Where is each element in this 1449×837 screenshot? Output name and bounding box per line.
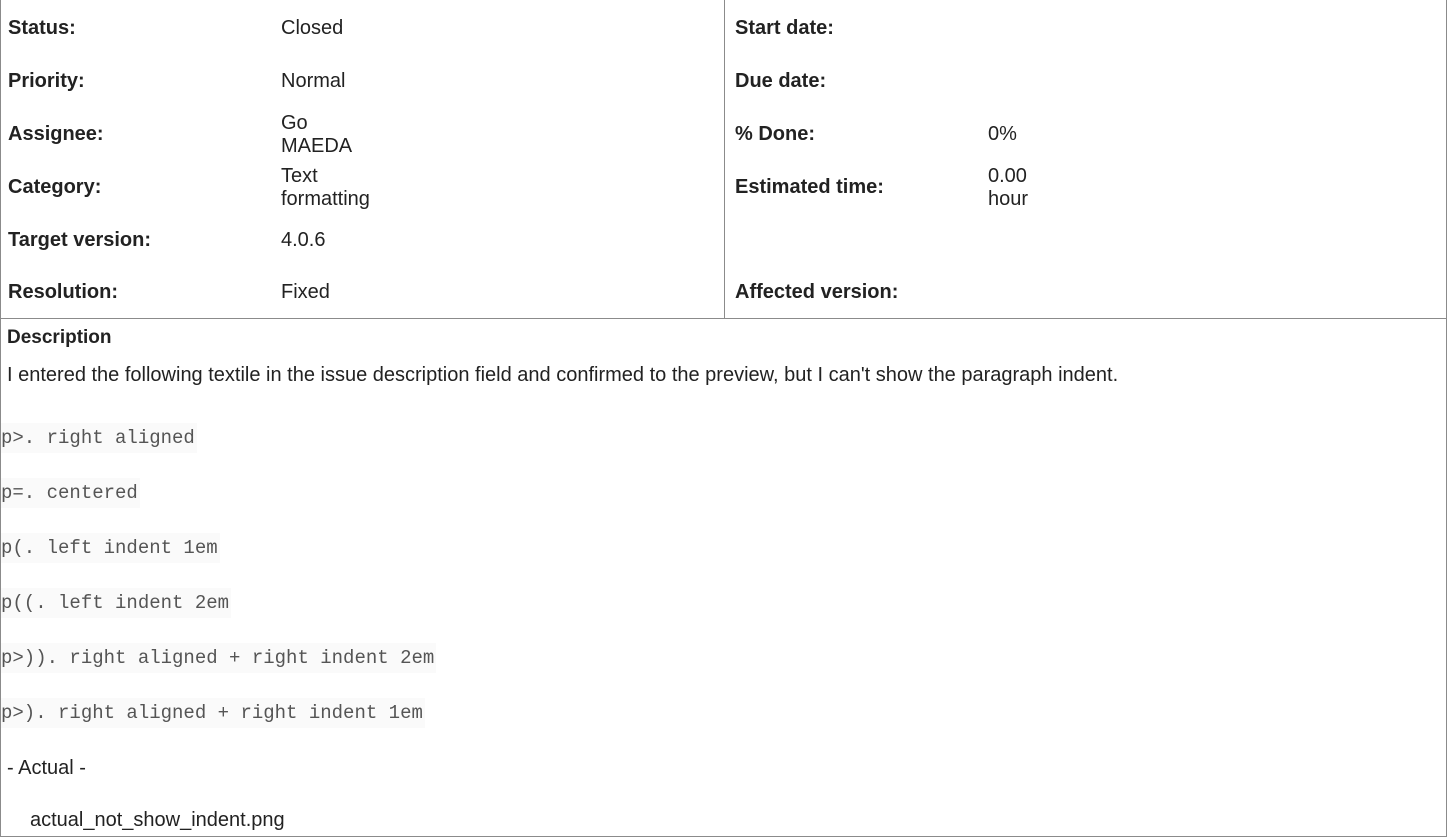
attr-label: Affected version: <box>735 281 899 303</box>
attr-label: Estimated time: <box>735 176 884 198</box>
attr-label: Assignee: <box>8 123 104 145</box>
attr-label: Priority: <box>8 70 85 92</box>
issue-attributes: Status: Closed Priority: Normal Assignee… <box>1 0 1446 319</box>
attr-value: Normal <box>281 70 346 92</box>
attr-value: Closed <box>281 17 344 39</box>
attr-value: 0.00 hour <box>988 164 1029 210</box>
code-line: p((. left indent 2em <box>1 588 232 618</box>
code-line: p(. left indent 1em <box>1 533 220 563</box>
attr-label: Category: <box>8 176 102 198</box>
code-line: p=. centered <box>1 478 140 508</box>
target-version-link[interactable]: 4.0.6 <box>281 229 325 252</box>
code-line: p>. right aligned <box>1 423 197 453</box>
attr-label: Resolution: <box>8 281 118 303</box>
attachment-link[interactable]: actual_not_show_indent.png <box>30 809 285 832</box>
attr-value: 0% <box>988 123 1017 145</box>
attr-value: Text formatting <box>281 164 370 210</box>
actual-label: - Actual - <box>7 757 86 779</box>
attr-label: % Done: <box>735 123 815 145</box>
code-line: p>)). right aligned + right indent 2em <box>1 643 437 673</box>
attr-label: Due date: <box>735 70 827 92</box>
code-line: p>). right aligned + right indent 1em <box>1 698 425 728</box>
description-intro: I entered the following textile in the i… <box>7 364 1119 386</box>
assignee-link[interactable]: Go MAEDA <box>281 112 352 158</box>
attributes-left-column: Status: Closed Priority: Normal Assignee… <box>1 0 725 318</box>
attr-value: Fixed <box>281 281 330 303</box>
issue-details: Status: Closed Priority: Normal Assignee… <box>0 0 1447 837</box>
description-title: Description <box>7 327 112 348</box>
attributes-right-column: Start date: Due date: % Done: 0% Estimat… <box>725 0 1446 318</box>
attr-label: Target version: <box>8 229 151 251</box>
attr-label: Start date: <box>735 17 834 39</box>
attr-label: Status: <box>8 17 76 39</box>
